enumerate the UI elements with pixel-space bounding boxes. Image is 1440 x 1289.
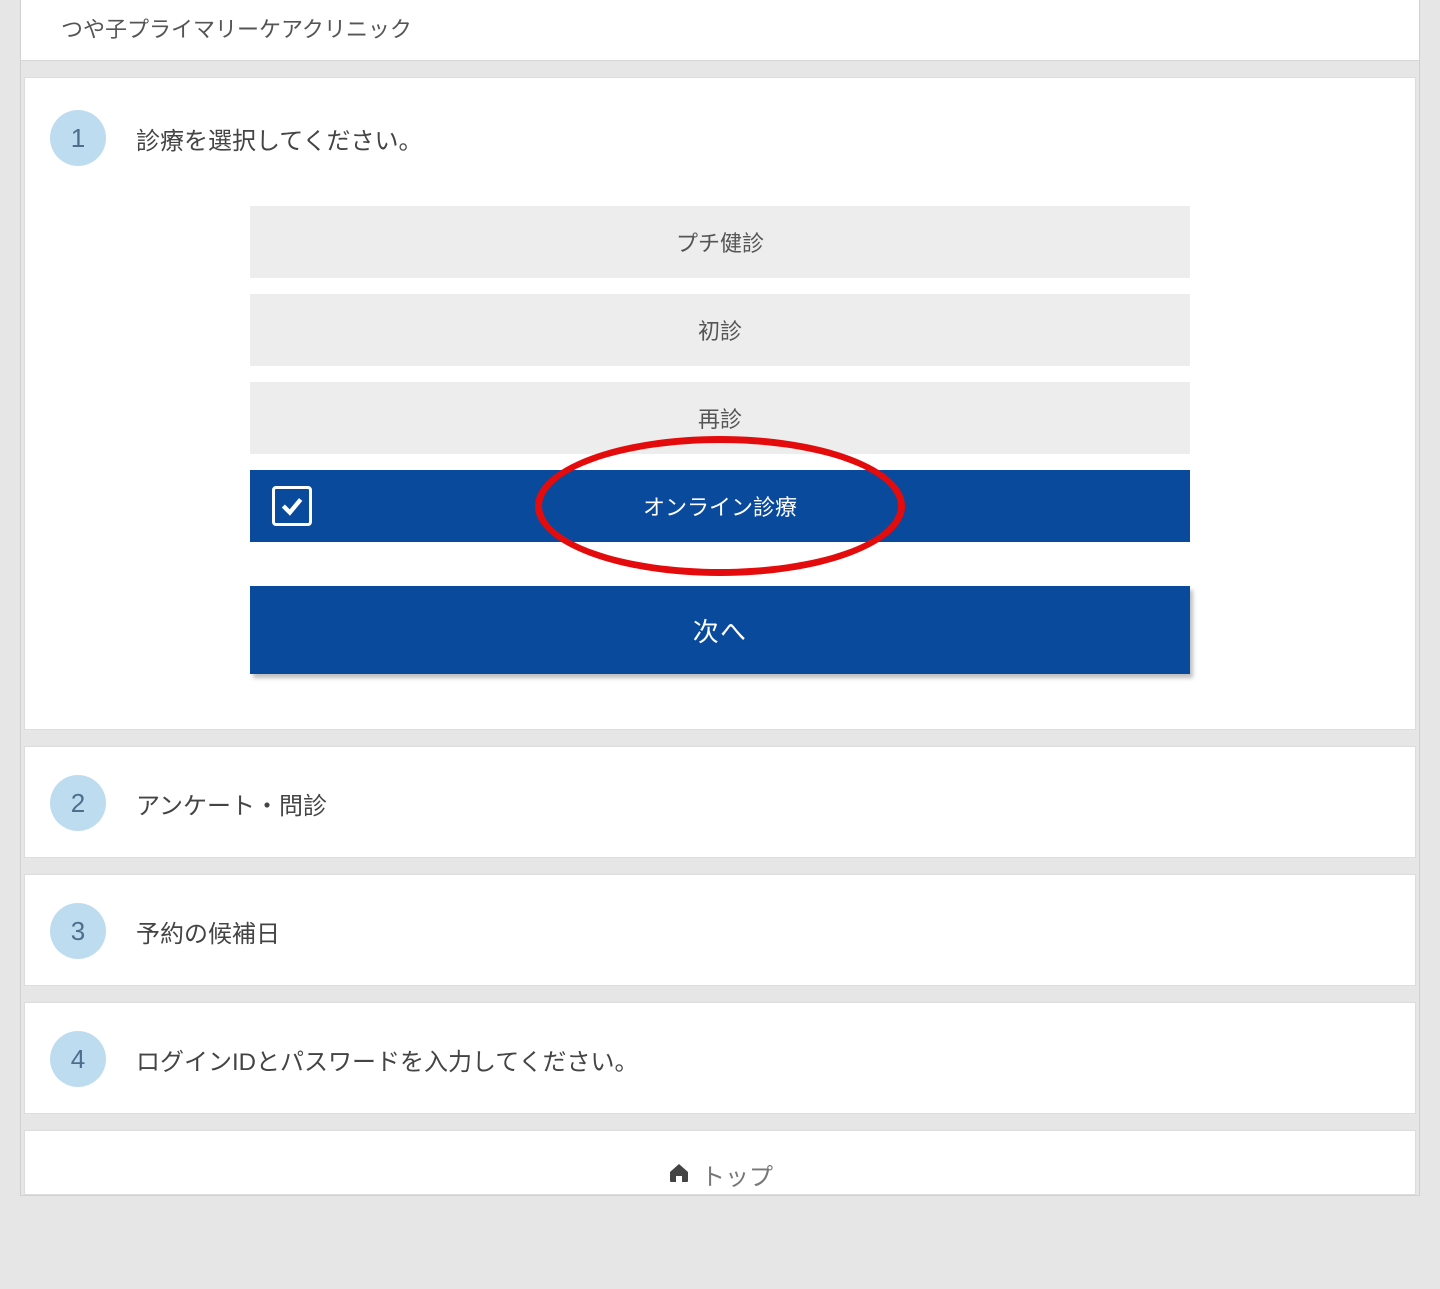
home-icon [667,1161,691,1192]
step-3-title: 予約の候補日 [136,914,280,949]
option-label: 初診 [698,314,742,346]
option-label: オンライン診療 [643,490,797,522]
step-2-panel[interactable]: 2 アンケート・問診 [24,746,1416,858]
step-4-number-badge: 4 [50,1031,106,1087]
step-4-panel[interactable]: 4 ログインIDとパスワードを入力してください。 [24,1002,1416,1114]
checkbox-icon [272,486,312,526]
step-3-panel[interactable]: 3 予約の候補日 [24,874,1416,986]
step-1-title: 診療を選択してください。 [136,121,423,156]
option-online-consult[interactable]: オンライン診療 [250,470,1190,542]
step-2-title: アンケート・問診 [136,786,327,821]
option-label: プチ健診 [676,226,764,258]
step-2-number-badge: 2 [50,775,106,831]
next-button-label: 次へ [693,612,748,649]
footer-top-label: トップ [701,1157,773,1192]
next-button[interactable]: 次へ [250,586,1190,674]
clinic-title: つや子プライマリーケアクリニック [21,0,1419,61]
step-1-number-badge: 1 [50,110,106,166]
back-to-top-link[interactable]: トップ [24,1130,1416,1195]
option-first-visit[interactable]: 初診 [250,294,1190,366]
step-1-panel: 1 診療を選択してください。 プチ健診 初診 再診 オンライン診療 次へ [24,77,1416,730]
option-label: 再診 [698,402,742,434]
step-3-number-badge: 3 [50,903,106,959]
option-petit-checkup[interactable]: プチ健診 [250,206,1190,278]
step-4-title: ログインIDとパスワードを入力してください。 [136,1042,639,1077]
option-revisit[interactable]: 再診 [250,382,1190,454]
treatment-options: プチ健診 初診 再診 オンライン診療 次へ [250,206,1190,674]
